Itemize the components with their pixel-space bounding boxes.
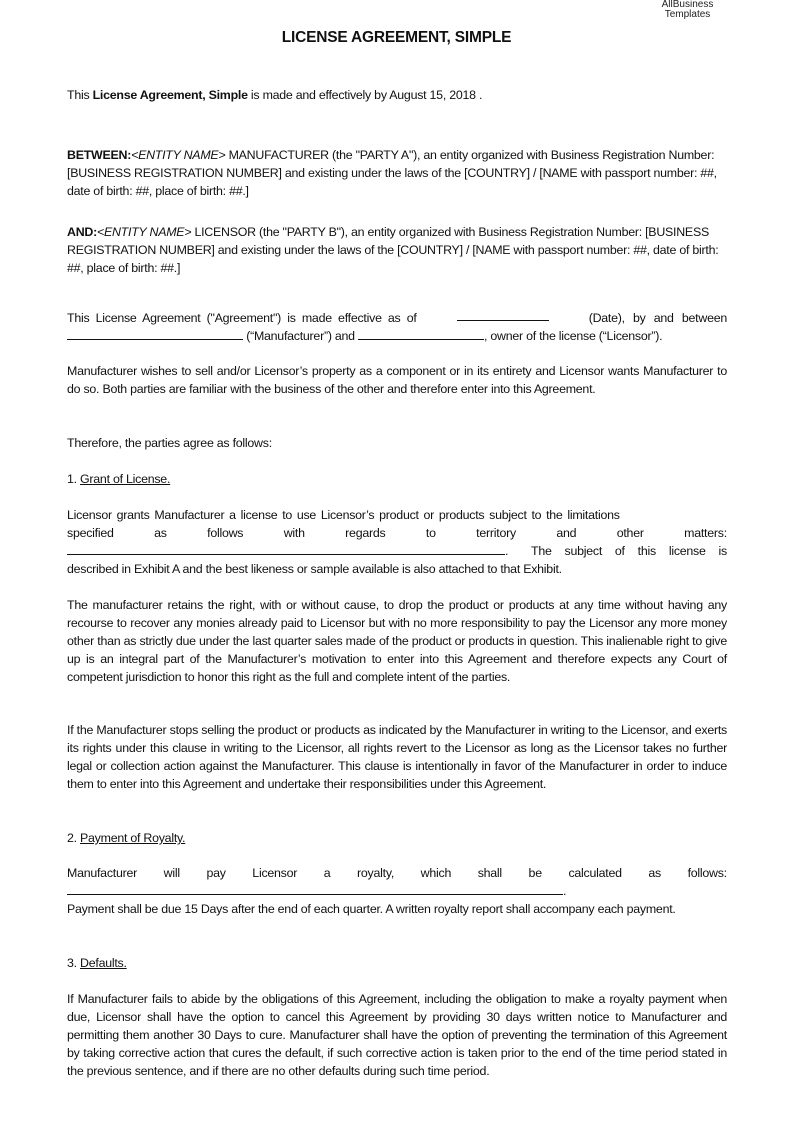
section-3-number: 3. <box>67 956 81 970</box>
s1p1-word: license <box>668 544 706 558</box>
s1p1-word: regards <box>345 526 386 540</box>
party-b-entity-placeholder: <ENTITY NAME> <box>96 225 192 239</box>
s2p1-line-2: . <box>67 882 727 900</box>
s2p1-word: follows: <box>687 866 728 880</box>
s1p1-word: to <box>425 526 436 540</box>
s2p1-payment-text: Payment shall be due 15 Days after the e… <box>67 902 676 916</box>
s1p1-word: The <box>531 544 552 558</box>
effective-text-1: This License Agreement ("Agreement") is … <box>67 311 417 325</box>
s1p1-word: is <box>718 544 728 558</box>
licensor-blank-field[interactable] <box>358 328 485 340</box>
section-1-paragraph-2: The manufacturer retains the right, with… <box>67 598 727 684</box>
s2p1-word: be <box>528 866 543 880</box>
intro-paragraph: This License Agreement, Simple is made a… <box>67 86 727 104</box>
s2p1-word: Licensor <box>252 866 298 880</box>
s2p1-word: a <box>323 866 331 880</box>
s1p1-word: and <box>556 526 577 540</box>
s1p1-line-3: . The subject of this license is <box>67 542 727 560</box>
date-blank-field[interactable] <box>456 309 549 321</box>
intro-agreement-name: License Agreement, Simple <box>92 88 248 102</box>
effective-text-2: (Date), by and between <box>588 311 728 325</box>
section-3-title: Defaults. <box>80 956 127 970</box>
s1p1-word: subject <box>564 544 603 558</box>
s1p1-word: with <box>283 526 305 540</box>
party-b-paragraph: AND:<ENTITY NAME> LICENSOR (the "PARTY B… <box>67 223 727 277</box>
intro-pre: This <box>67 88 93 102</box>
section-2-number: 2. <box>67 831 81 845</box>
section-1-title: Grant of License. <box>80 472 171 486</box>
document-title: LICENSE AGREEMENT, SIMPLE <box>281 29 512 46</box>
royalty-blank-tail: . <box>563 884 567 898</box>
effective-text-4: , owner of the license (“Licensor”). <box>484 329 663 343</box>
brand-logo-text: AllBusiness Templates <box>640 0 735 20</box>
section-1-paragraph-3: If the Manufacturer stops selling the pr… <box>67 723 727 791</box>
party-b-label: AND: <box>67 225 97 239</box>
section-2-title: Payment of Royalty. <box>80 831 186 845</box>
s1p1-word: matters: <box>684 526 727 540</box>
s1p1-line-3-words: The subject of this license is <box>531 542 727 560</box>
s2p1-word: calculated <box>568 866 622 880</box>
s1p1-word: other <box>616 526 644 540</box>
effective-line-2: (“Manufacturer”) and , owner of the lice… <box>67 327 727 345</box>
recital-paragraph: Manufacturer wishes to sell and/or Licen… <box>67 364 727 396</box>
s1p1-word: follows <box>207 526 244 540</box>
s1p1-line-4: described in Exhibit A and the best like… <box>67 562 562 576</box>
s2p1-word: pay <box>206 866 226 880</box>
s2p1-word: will <box>163 866 180 880</box>
s2p1-word: as <box>648 866 661 880</box>
s1p1-word: as <box>154 526 167 540</box>
therefore-paragraph: Therefore, the parties agree as follows: <box>67 436 272 450</box>
manufacturer-blank-field[interactable] <box>67 328 243 340</box>
royalty-calculation-blank-field[interactable] <box>67 882 563 895</box>
s2p1-word: shall <box>477 866 502 880</box>
s1p1-word: of <box>614 544 625 558</box>
party-a-paragraph: BETWEEN:<ENTITY NAME> MANUFACTURER (the … <box>67 146 727 200</box>
section-1-paragraph-1: Licensor grants Manufacturer a license t… <box>67 506 727 578</box>
section-3-heading: 3. Defaults. <box>67 954 727 972</box>
s1p1-word: specified <box>67 526 114 540</box>
s2p1-word: royalty, <box>357 866 395 880</box>
section-2-paragraph-1: Manufacturer will pay Licensor a royalty, whic… <box>67 864 727 918</box>
brand-line-2: Templates <box>664 9 711 20</box>
s1p1-word: this <box>637 544 657 558</box>
section-1-heading: 1. Grant of License. <box>67 470 727 488</box>
s2p1-line-1: Manufacturer will pay Licensor a royalty, whic… <box>67 864 727 882</box>
effective-line-1: This License Agreement ("Agreement") is … <box>67 309 727 327</box>
section-1-number: 1. <box>67 472 81 486</box>
s1p1-line-2: specified as follows with regards to territory… <box>67 524 727 542</box>
s1p1-line-1: Licensor grants Manufacturer a license t… <box>67 506 727 524</box>
intro-post: is made and effectively by August 15, 20… <box>247 88 483 102</box>
s1p1-word: territory <box>476 526 516 540</box>
territory-blank-field[interactable] <box>67 542 505 555</box>
territory-blank-tail: . <box>505 544 509 558</box>
section-2-heading: 2. Payment of Royalty. <box>67 829 727 847</box>
party-a-entity-placeholder: <ENTITY NAME> <box>131 148 226 162</box>
s2p1-word: which <box>420 866 452 880</box>
effective-paragraph: This License Agreement ("Agreement") is … <box>67 309 727 345</box>
effective-text-3: (“Manufacturer”) and <box>243 329 359 343</box>
s1p1-line-1-text: Licensor grants Manufacturer a license t… <box>67 508 620 522</box>
s2p1-word: Manufacturer <box>67 866 138 880</box>
party-a-label: BETWEEN: <box>67 148 132 162</box>
section-3-paragraph-1: If Manufacturer fails to abide by the ob… <box>67 992 727 1078</box>
